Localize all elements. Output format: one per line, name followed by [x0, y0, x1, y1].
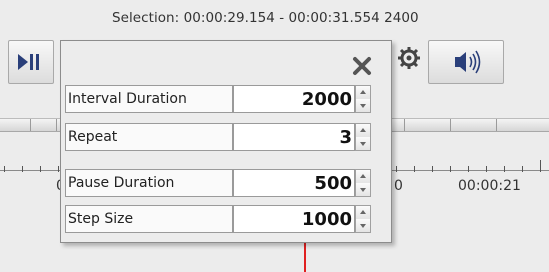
- volume-button[interactable]: [428, 40, 504, 84]
- decrement-button[interactable]: [356, 99, 370, 112]
- arrow-up-icon: [360, 210, 366, 214]
- pause-duration-spinner[interactable]: [355, 169, 371, 197]
- arrow-down-icon: [360, 142, 366, 146]
- close-button[interactable]: [351, 55, 373, 77]
- repeat-input[interactable]: [233, 123, 355, 151]
- increment-button[interactable]: [356, 86, 370, 100]
- close-x-icon: [353, 57, 371, 75]
- time-label: 0: [394, 178, 403, 194]
- step-size-label: Step Size: [65, 205, 233, 233]
- time-label: 00:00:21: [458, 178, 521, 194]
- step-size-row: Step Size: [65, 205, 385, 233]
- speaker-icon: [455, 50, 481, 74]
- gear-icon: [398, 47, 420, 69]
- playhead-marker[interactable]: [304, 238, 306, 272]
- arrow-down-icon: [360, 188, 366, 192]
- settings-button[interactable]: [392, 42, 426, 74]
- interval-duration-spinner[interactable]: [355, 85, 371, 113]
- increment-button[interactable]: [356, 206, 370, 220]
- arrow-up-icon: [360, 128, 366, 132]
- increment-button[interactable]: [356, 170, 370, 184]
- repeat-spinner[interactable]: [355, 123, 371, 151]
- arrow-down-icon: [360, 104, 366, 108]
- arrow-down-icon: [360, 224, 366, 228]
- decrement-button[interactable]: [356, 137, 370, 150]
- play-pause-button[interactable]: [8, 40, 54, 84]
- increment-button[interactable]: [356, 124, 370, 138]
- arrow-up-icon: [360, 174, 366, 178]
- decrement-button[interactable]: [356, 219, 370, 232]
- interval-duration-row: Interval Duration: [65, 85, 385, 113]
- interval-duration-label: Interval Duration: [65, 85, 233, 113]
- step-size-spinner[interactable]: [355, 205, 371, 233]
- loop-settings-dialog: Interval Duration Repeat Pause Duration: [60, 40, 392, 243]
- pause-duration-label: Pause Duration: [65, 169, 233, 197]
- decrement-button[interactable]: [356, 183, 370, 196]
- play-pause-icon: [18, 54, 39, 70]
- interval-duration-input[interactable]: [233, 85, 355, 113]
- selection-readout: Selection: 00:00:29.154 - 00:00:31.554 2…: [112, 10, 419, 26]
- step-size-input[interactable]: [233, 205, 355, 233]
- arrow-up-icon: [360, 90, 366, 94]
- pause-duration-input[interactable]: [233, 169, 355, 197]
- repeat-label: Repeat: [65, 123, 233, 151]
- pause-duration-row: Pause Duration: [65, 169, 385, 197]
- repeat-row: Repeat: [65, 123, 385, 151]
